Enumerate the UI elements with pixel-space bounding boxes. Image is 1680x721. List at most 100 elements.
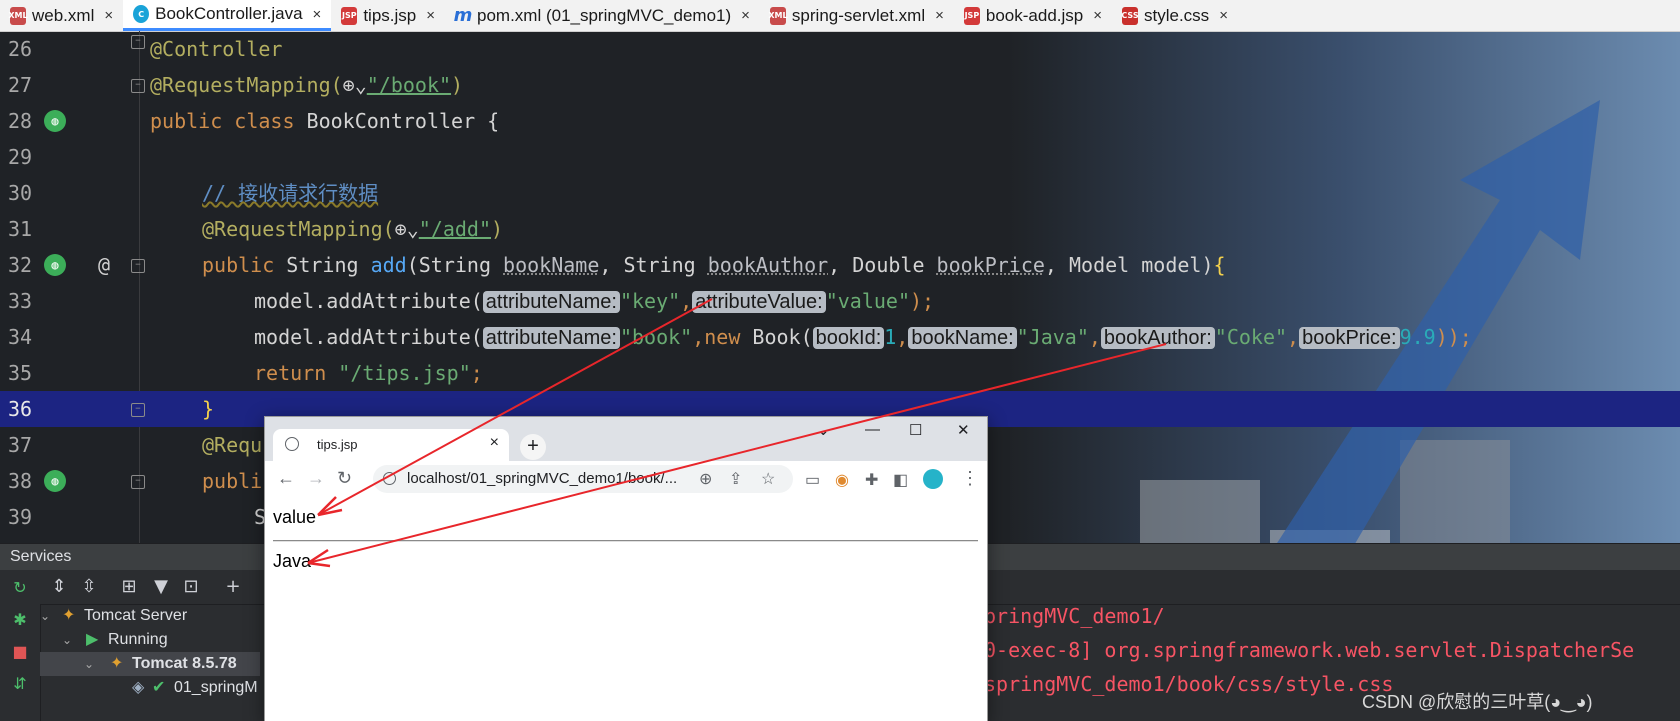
- tab-bookcontroller-java[interactable]: C BookController.java ×: [123, 0, 332, 31]
- log-line: 0-exec-8] org.springframework.web.servle…: [984, 638, 1635, 662]
- tree-item-running[interactable]: ⌄ ▶ Running: [40, 628, 260, 652]
- globe-icon[interactable]: ⊕⌄: [343, 73, 367, 97]
- tree-item-tomcat-instance[interactable]: ⌄ ✦ Tomcat 8.5.78: [40, 652, 260, 676]
- code-text: @RequestMapping(⊕⌄"/add"): [202, 211, 503, 247]
- override-marker[interactable]: @: [98, 247, 110, 283]
- new-tab-icon[interactable]: ⊡: [180, 576, 202, 598]
- line-number: 27: [8, 73, 33, 97]
- minimize-icon[interactable]: —: [865, 421, 880, 438]
- close-window-icon[interactable]: ✕: [957, 421, 970, 439]
- tab-style-css[interactable]: CSS style.css ×: [1112, 0, 1238, 31]
- maximize-icon[interactable]: ☐: [909, 421, 922, 439]
- code-line: 32 ◍ @ − public String add(String bookNa…: [0, 247, 1680, 283]
- tab-search-icon[interactable]: ⌄: [817, 421, 830, 439]
- share-icon[interactable]: ⇪: [729, 469, 742, 489]
- log-line: springMVC_demo1/book/css/style.css: [984, 672, 1394, 696]
- code-line: 28 ◍ public class BookController {: [0, 103, 1680, 139]
- tab-spring-servlet-xml[interactable]: XML spring-servlet.xml ×: [760, 0, 954, 31]
- csdn-watermark: CSDN @欣慰的三叶草(◕‿◕): [1362, 692, 1593, 712]
- close-tab-icon[interactable]: ×: [1219, 7, 1228, 24]
- code-token: , Model model): [1044, 253, 1214, 277]
- address-bar[interactable]: localhost/01_springMVC_demo1/book/... ⊕ …: [373, 465, 793, 493]
- fold-marker-icon[interactable]: −: [131, 403, 145, 417]
- services-tree: ⌄ ✦ Tomcat Server ⌄ ▶ Running ⌄ ✦ Tomcat…: [40, 604, 260, 721]
- group-icon[interactable]: ⊞: [118, 576, 140, 598]
- editor-tab-bar: XML web.xml × C BookController.java × JS…: [0, 0, 1680, 32]
- tab-web-xml[interactable]: XML web.xml ×: [0, 0, 123, 31]
- new-tab-button[interactable]: +: [520, 434, 546, 460]
- profile-avatar[interactable]: [923, 469, 943, 489]
- globe-icon[interactable]: ⊕⌄: [395, 217, 419, 241]
- xml-file-icon: XML: [768, 6, 788, 25]
- tab-tips-jsp[interactable]: JSP tips.jsp ×: [331, 0, 445, 31]
- zoom-icon[interactable]: ⊕: [699, 469, 712, 489]
- extensions-puzzle-icon[interactable]: ✚: [865, 470, 878, 490]
- code-token: "Coke": [1214, 325, 1288, 349]
- spring-bean-gutter-icon[interactable]: ◍: [44, 110, 66, 132]
- cast-icon[interactable]: ▭: [805, 470, 820, 490]
- forward-icon[interactable]: →: [307, 468, 325, 489]
- back-icon[interactable]: ←: [277, 468, 295, 489]
- tree-item-label: 01_springM: [174, 679, 258, 696]
- browser-tab[interactable]: tips.jsp ×: [273, 429, 509, 461]
- code-token: bookPrice: [936, 253, 1045, 277]
- browser-menu-icon[interactable]: ⋮: [961, 468, 979, 489]
- css-file-icon: CSS: [1121, 6, 1139, 25]
- url-text: localhost/01_springMVC_demo1/book/...: [407, 470, 678, 487]
- page-text-value: value: [273, 507, 317, 527]
- close-tab-icon[interactable]: ×: [935, 7, 944, 24]
- site-info-icon[interactable]: [383, 472, 396, 485]
- code-token: ,: [680, 289, 693, 313]
- tomcat-icon: ✦: [62, 607, 76, 624]
- parameter-hint: attributeName:: [482, 291, 620, 313]
- reload-icon[interactable]: ↻: [337, 468, 352, 489]
- fold-marker-icon[interactable]: −: [131, 79, 145, 93]
- code-text: public String add(String bookName, Strin…: [202, 247, 1226, 283]
- code-token: ): [451, 73, 464, 97]
- fold-marker-icon[interactable]: −: [131, 475, 145, 489]
- code-token: "Java": [1016, 325, 1089, 349]
- rerun-icon[interactable]: ↻: [10, 578, 30, 598]
- code-token: bookAuthor: [707, 253, 829, 277]
- code-text: model.addAttribute(attributeName: "key", a…: [254, 283, 934, 320]
- tree-item-tomcat-server[interactable]: ⌄ ✦ Tomcat Server: [40, 604, 260, 628]
- fold-marker-icon[interactable]: −: [131, 259, 145, 273]
- extension-icon[interactable]: ◉: [835, 470, 849, 490]
- side-panel-icon[interactable]: ◧: [893, 470, 908, 490]
- close-tab-icon[interactable]: ×: [490, 434, 499, 452]
- close-tab-icon[interactable]: ×: [426, 7, 435, 24]
- services-side-toolbar: ↻ ✱ ■ ⇵: [0, 570, 41, 721]
- line-number: 30: [8, 181, 33, 205]
- code-line: 34 model.addAttribute(attributeName: "boo…: [0, 319, 1680, 355]
- collapse-all-icon[interactable]: ⇳: [78, 576, 100, 598]
- browser-tab-title: tips.jsp: [317, 437, 358, 452]
- fold-marker-icon[interactable]: −: [131, 35, 145, 49]
- debug-icon[interactable]: ✱: [10, 610, 30, 630]
- code-line: 35 return "/tips.jsp";: [0, 355, 1680, 391]
- tree-item-label: Tomcat Server: [84, 607, 188, 624]
- add-service-icon[interactable]: +: [222, 576, 244, 598]
- page-text-book-name: Java: [273, 551, 312, 571]
- code-line: 29: [0, 139, 1680, 175]
- line-number: 26: [8, 37, 33, 61]
- filter-icon[interactable]: ▼: [150, 576, 172, 598]
- close-tab-icon[interactable]: ×: [1093, 7, 1102, 24]
- expand-all-icon[interactable]: ⇕: [48, 576, 70, 598]
- parameter-hint: attributeValue:: [692, 291, 826, 313]
- request-mapping-gutter-icon[interactable]: ◍: [44, 470, 66, 492]
- close-tab-icon[interactable]: ×: [104, 7, 113, 24]
- code-token: Book(: [752, 325, 813, 349]
- tab-book-add-jsp[interactable]: JSP book-add.jsp ×: [954, 0, 1112, 31]
- close-tab-icon[interactable]: ×: [741, 7, 750, 24]
- jsp-file-icon: JSP: [963, 6, 980, 25]
- browser-tab-strip: tips.jsp × + ⌄ — ☐ ✕: [265, 417, 987, 461]
- tree-item-artifact[interactable]: ◈ ✔ 01_springM: [40, 676, 260, 700]
- bookmark-star-icon[interactable]: ☆: [761, 469, 775, 489]
- request-mapping-gutter-icon[interactable]: ◍: [44, 254, 66, 276]
- code-token: bookName: [503, 253, 600, 277]
- tab-pom-xml[interactable]: m pom.xml (01_springMVC_demo1) ×: [445, 0, 760, 31]
- screenshot-root: XML web.xml × C BookController.java × JS…: [0, 0, 1680, 721]
- close-tab-icon[interactable]: ×: [313, 6, 322, 23]
- deploy-icon[interactable]: ⇵: [10, 674, 30, 694]
- stop-icon[interactable]: ■: [10, 642, 30, 662]
